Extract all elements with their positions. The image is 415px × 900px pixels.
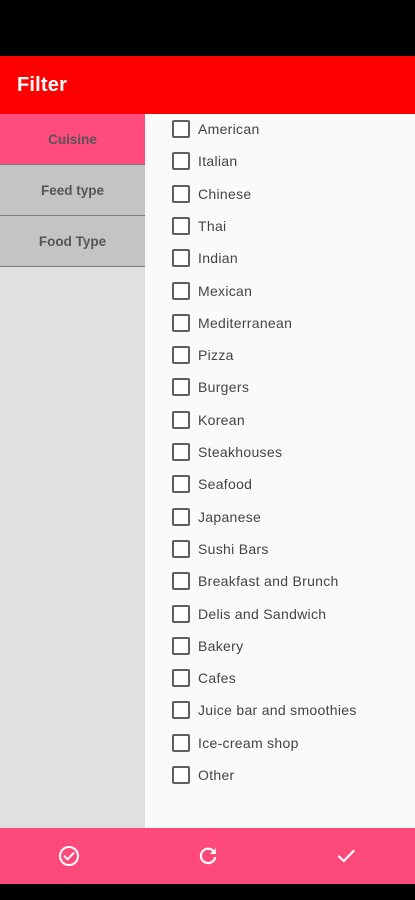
option-label: Other [198,767,235,783]
checkbox[interactable] [172,378,190,397]
option-label: Breakfast and Brunch [198,573,339,590]
option-label: Indian [198,250,238,267]
option-label: Italian [198,153,238,170]
checkbox[interactable] [172,216,190,235]
option-label: Burgers [198,379,250,396]
cuisine-option-row[interactable]: Chinese [172,182,251,206]
option-label: Bakery [198,637,244,654]
filter-screen: Filter Cuisine Feed type Food Type Ameri… [0,0,415,900]
checkbox[interactable] [172,249,190,268]
cuisine-option-row[interactable]: Thai [172,214,226,238]
checkbox[interactable] [172,604,190,623]
checkbox[interactable] [172,475,190,494]
checkbox[interactable] [172,313,190,332]
option-label: Mediterranean [198,314,293,331]
status-bar [0,0,415,56]
cuisine-option-row[interactable]: Sushi Bars [172,537,269,561]
checkbox[interactable] [172,733,190,752]
check-circle-icon [59,846,79,866]
cuisine-option-row[interactable]: Juice bar and smoothies [172,698,357,722]
option-label: Sushi Bars [198,540,269,557]
option-label: Pizza [198,347,234,364]
checkbox[interactable] [172,346,190,365]
option-label: Delis and Sandwich [198,605,327,622]
option-label: Chinese [198,185,252,202]
cuisine-option-row[interactable]: Bakery [172,634,243,658]
option-label: Thai [198,217,227,234]
tab-label: Feed type [40,182,105,198]
option-label: Japanese [198,508,262,525]
bottom-action-bar [0,828,415,884]
checkbox[interactable] [172,701,190,720]
checkbox[interactable] [172,669,190,688]
page-title: Filter [17,73,68,96]
checkbox[interactable] [172,184,190,203]
cuisine-option-row[interactable]: Ice-cream shop [172,731,299,755]
checkbox[interactable] [172,281,190,300]
option-label: Korean [198,411,245,428]
cuisine-option-row[interactable]: Pizza [172,343,234,367]
option-label: American [198,121,260,137]
option-label: Steakhouses [198,444,283,460]
checkbox[interactable] [172,443,190,461]
option-label: Seafood [198,476,253,493]
cuisine-option-list: American Italian Chinese Thai Indian Mexican M… [145,114,415,828]
cuisine-option-row[interactable]: Burgers [172,375,249,399]
filter-category-sidebar: Cuisine Feed type Food Type [0,114,145,828]
check-icon [337,849,355,863]
checkbox[interactable] [172,636,190,655]
checkbox[interactable] [172,572,190,591]
cuisine-option-row[interactable]: American [172,117,260,141]
apply-filter-button[interactable] [0,828,138,884]
tab-label: Cuisine [48,131,97,147]
cuisine-option-row[interactable]: Breakfast and Brunch [172,569,339,593]
option-label: Juice bar and smoothies [198,702,357,719]
option-label: Cafes [198,670,237,687]
checkbox[interactable] [172,539,190,558]
cuisine-option-row[interactable]: Seafood [172,472,252,496]
confirm-button[interactable] [277,828,415,884]
cuisine-option-row[interactable]: Italian [172,149,237,173]
cuisine-option-row[interactable]: Japanese [172,505,261,529]
tab-label: Food Type [38,233,107,249]
cuisine-option-row[interactable]: Cafes [172,666,236,690]
checkbox[interactable] [172,152,190,171]
system-nav-bar [0,884,415,900]
cuisine-option-row[interactable]: Korean [172,408,245,432]
cuisine-option-row[interactable]: Steakhouses [172,440,282,464]
checkbox[interactable] [172,120,190,138]
cuisine-option-row[interactable]: Mediterranean [172,311,292,335]
option-label: Mexican [198,282,253,299]
option-label: Ice-cream shop [198,734,299,751]
checkbox[interactable] [172,410,190,429]
tab-feed-type[interactable]: Feed type [0,165,145,216]
tab-cuisine[interactable]: Cuisine [0,114,145,165]
cuisine-option-row[interactable]: Mexican [172,279,252,303]
cuisine-option-row[interactable]: Other [172,763,235,787]
refresh-icon [199,847,216,865]
reset-filter-button[interactable] [139,828,277,884]
tab-food-type[interactable]: Food Type [0,216,145,267]
app-bar: Filter [0,56,415,114]
cuisine-option-row[interactable]: Delis and Sandwich [172,602,326,626]
filter-content: Cuisine Feed type Food Type American Ital… [0,114,415,828]
checkbox[interactable] [172,766,190,784]
checkbox[interactable] [172,507,190,526]
cuisine-option-row[interactable]: Indian [172,246,238,270]
